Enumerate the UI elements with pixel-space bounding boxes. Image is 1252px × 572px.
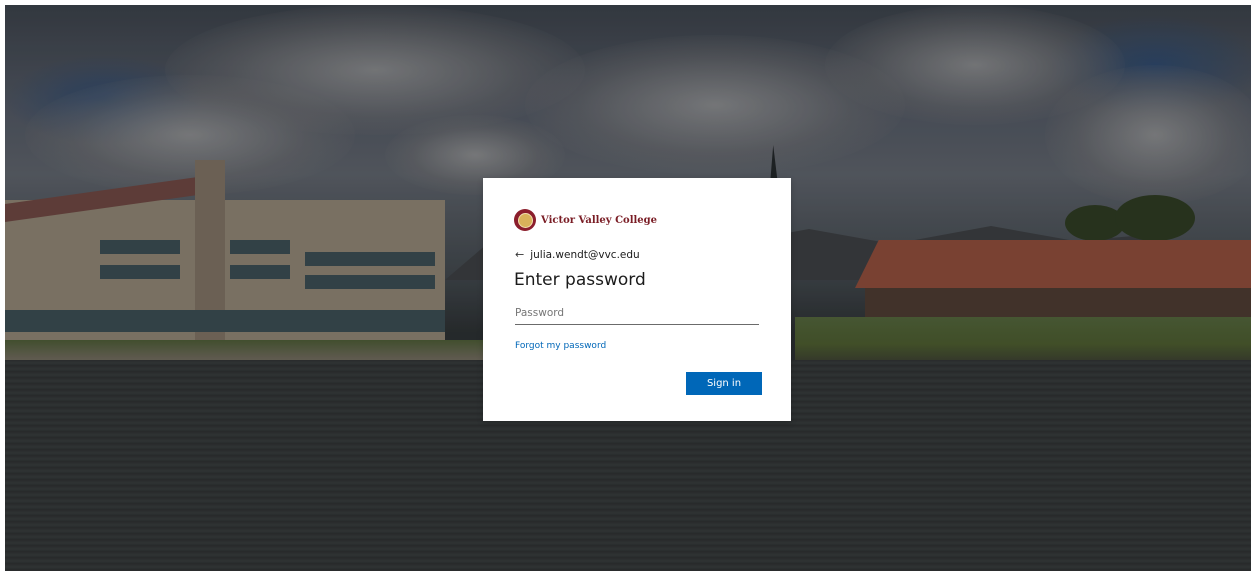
sign-in-card: Victor Valley College ← julia.wendt@vvc.… xyxy=(483,178,791,421)
org-name: Victor Valley College xyxy=(541,214,658,226)
forgot-password-link[interactable]: Forgot my password xyxy=(515,341,606,351)
identity-email: julia.wendt@vvc.edu xyxy=(530,248,640,261)
identity-back-button[interactable]: ← julia.wendt@vvc.edu xyxy=(515,248,640,261)
page-title: Enter password xyxy=(514,270,646,290)
sign-in-button[interactable]: Sign in xyxy=(686,372,762,395)
back-arrow-icon[interactable]: ← xyxy=(515,248,524,261)
college-seal-icon xyxy=(514,209,536,231)
org-logo: Victor Valley College xyxy=(514,209,657,231)
sign-in-page: Victor Valley College ← julia.wendt@vvc.… xyxy=(5,5,1251,571)
password-input[interactable] xyxy=(515,304,759,325)
